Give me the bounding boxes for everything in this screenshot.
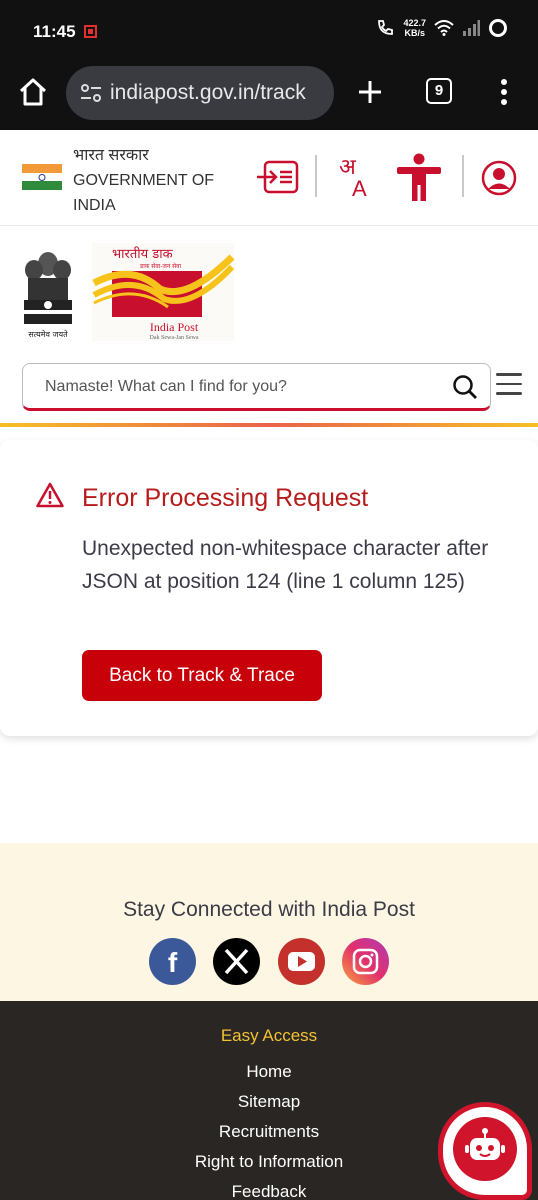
national-emblem-icon: सत्यमेव जयते [24, 252, 72, 339]
logo-name: India Post [150, 320, 199, 334]
warning-icon [36, 482, 64, 508]
user-profile-icon[interactable] [481, 160, 517, 196]
gov-name-english-2: INDIA [73, 197, 116, 214]
svg-text:f: f [168, 947, 178, 978]
india-flag-icon [22, 164, 62, 190]
new-tab-icon[interactable] [356, 78, 384, 106]
browser-toolbar: indiapost.gov.in/track 9 [0, 62, 538, 130]
header-accent-line [0, 423, 538, 427]
search-input[interactable]: Namaste! What can I find for you? [22, 363, 491, 411]
gov-name-hindi: भारत सरकार [73, 147, 149, 164]
status-time: 11:45 [33, 22, 76, 41]
home-icon[interactable] [17, 76, 49, 108]
error-message: Unexpected non-whitespace character afte… [82, 537, 489, 593]
login-icon[interactable] [255, 160, 299, 194]
screen-record-icon [84, 25, 97, 38]
chatbot-button[interactable] [438, 1102, 532, 1200]
instagram-icon[interactable] [342, 938, 389, 985]
more-menu-icon[interactable] [492, 78, 516, 106]
header-divider [462, 155, 464, 197]
wifi-icon [434, 20, 454, 36]
network-speed: 422.7 KB/s [403, 18, 426, 38]
logo-hindi: भारतीय डाक [112, 246, 174, 262]
search-icon[interactable] [452, 374, 478, 400]
emblem-motto: सत्यमेव जयते [28, 329, 68, 339]
facebook-icon[interactable]: f [149, 938, 196, 985]
footer-link-sitemap[interactable]: Sitemap [0, 1092, 538, 1112]
hamburger-menu-icon[interactable] [496, 373, 522, 397]
svg-text:A: A [352, 176, 367, 198]
url-text: indiapost.gov.in/track [110, 81, 306, 104]
footer-link-home[interactable]: Home [0, 1062, 538, 1082]
error-card: Error Processing Request Unexpected non-… [0, 440, 538, 736]
youtube-icon[interactable] [278, 938, 325, 985]
back-to-track-button[interactable]: Back to Track & Trace [82, 650, 322, 701]
stay-connected-title: Stay Connected with India Post [123, 898, 415, 921]
address-bar[interactable]: indiapost.gov.in/track [66, 66, 334, 120]
x-icon[interactable] [213, 938, 260, 985]
speed-value: 422.7 [403, 18, 426, 28]
gov-name-english-1: GOVERNMENT OF [73, 172, 215, 189]
site-settings-icon[interactable] [80, 82, 102, 104]
chatbot-icon [453, 1117, 517, 1181]
gov-header: भारत सरकार GOVERNMENT OF INDIA अ A [0, 130, 538, 226]
search-placeholder: Namaste! What can I find for you? [45, 378, 287, 395]
wifi-calling-icon [378, 20, 394, 35]
stay-connected-section: Stay Connected with India Post f [0, 843, 538, 1001]
speed-unit: KB/s [404, 28, 425, 38]
signal-icon [463, 20, 480, 36]
header-divider [315, 155, 317, 197]
accessibility-icon[interactable] [396, 153, 442, 201]
error-title: Error Processing Request [82, 484, 369, 512]
logo-tagline: Dak Sewa-Jan Sewa [150, 335, 199, 341]
logo-hindi-tagline: डाक सेवा-जन सेवा [139, 262, 181, 270]
india-post-logo: भारतीय डाक डाक सेवा-जन सेवा India Post D… [92, 243, 234, 341]
battery-icon [489, 19, 507, 37]
gov-name: भारत सरकार GOVERNMENT OF INDIA [73, 143, 214, 218]
tab-switcher-button[interactable]: 9 [426, 78, 452, 104]
easy-access-title: Easy Access [220, 1026, 318, 1045]
language-icon[interactable]: अ A [338, 154, 374, 198]
status-bar: 11:45 422.7 KB/s [0, 0, 538, 62]
status-icons: 422.7 KB/s [375, 18, 508, 38]
